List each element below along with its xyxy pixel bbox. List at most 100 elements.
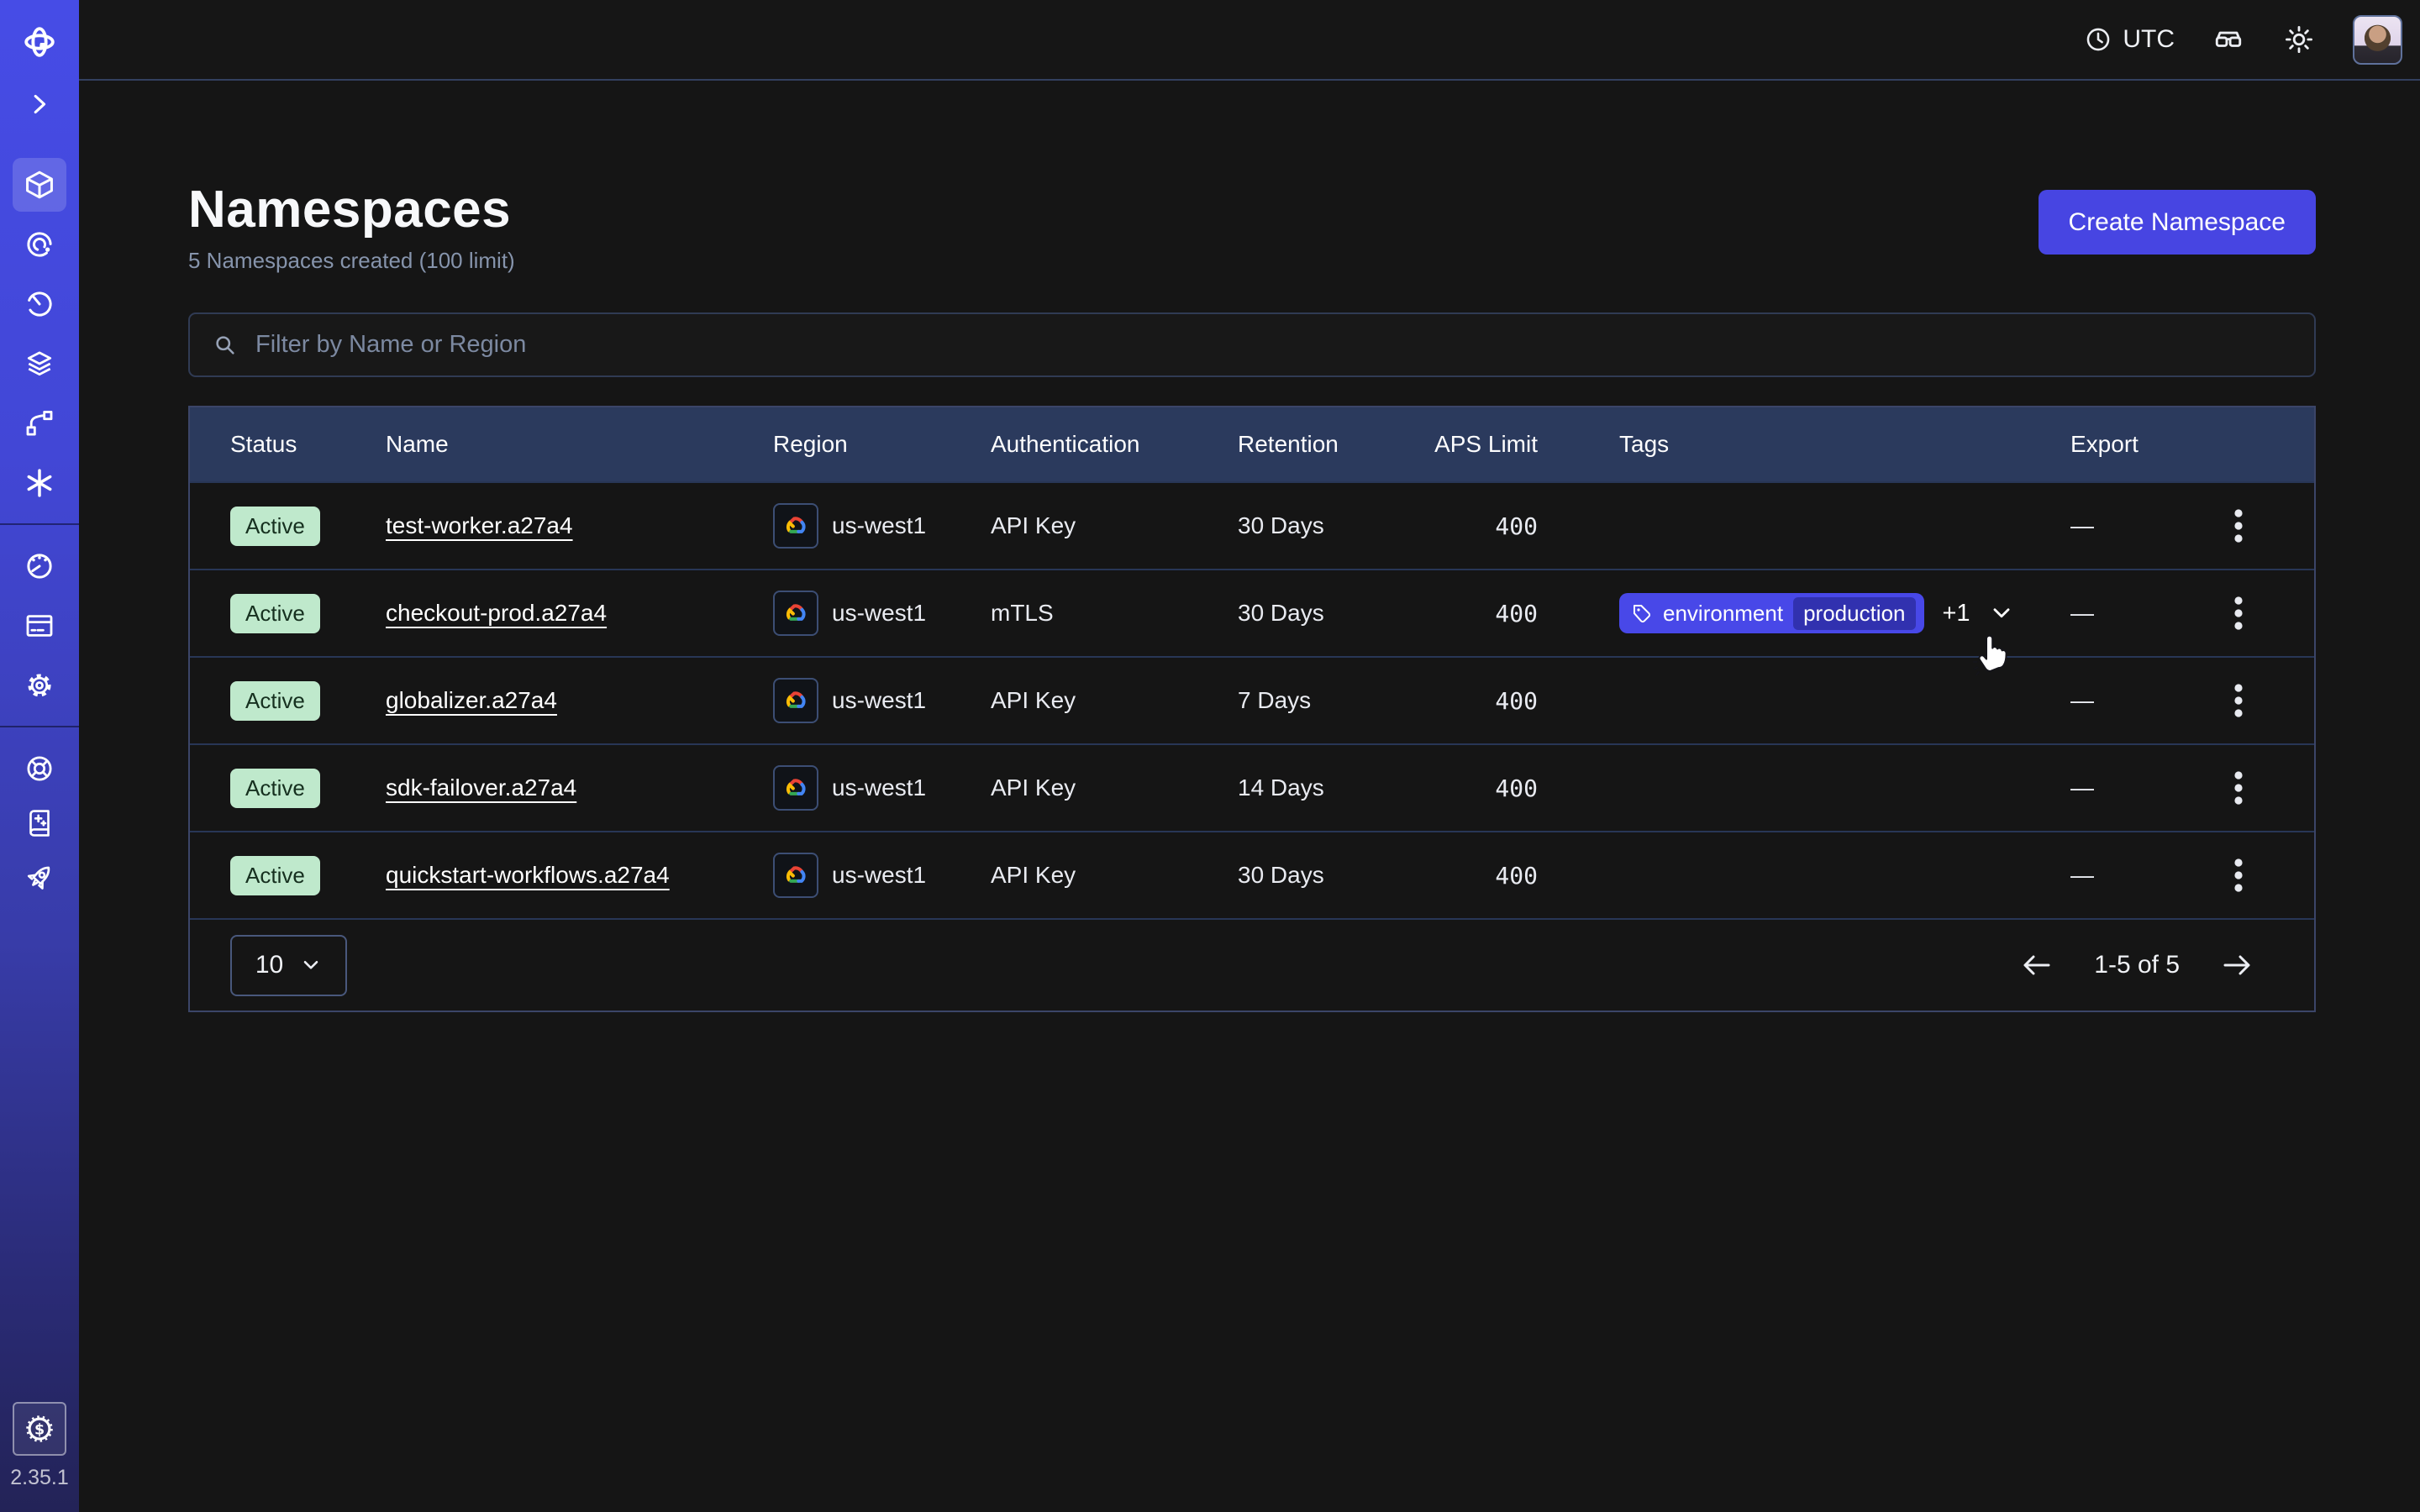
- chevron-down-icon: [1989, 601, 2014, 626]
- sidebar-item-docs[interactable]: [13, 796, 66, 850]
- row-actions-button[interactable]: [2224, 761, 2253, 815]
- topbar: UTC: [79, 0, 2420, 81]
- table-row: Active globalizer.a27a4 us-west1 API Key: [190, 656, 2314, 743]
- sidebar-item-workflows[interactable]: [13, 218, 66, 271]
- table-row: Active quickstart-workflows.a27a4 us-wes…: [190, 831, 2314, 918]
- arrow-right-icon: [2220, 952, 2254, 979]
- kebab-menu-icon: [2233, 769, 2244, 806]
- sidebar-item-usage[interactable]: [13, 539, 66, 593]
- eye-spiral-icon: [22, 227, 57, 262]
- app-window: $ 2.35.1 UTC: [0, 0, 2420, 1512]
- gear-icon: [22, 668, 57, 703]
- gcp-cloud-icon: [773, 853, 818, 898]
- row-actions-button[interactable]: [2224, 674, 2253, 727]
- tags-expand-button[interactable]: [1989, 601, 2014, 626]
- sidebar-item-settings[interactable]: [13, 659, 66, 712]
- tag-key: environment: [1663, 601, 1783, 627]
- col-retention: Retention: [1238, 431, 1429, 458]
- gcp-cloud-icon: [773, 591, 818, 636]
- page-size-value: 10: [255, 951, 283, 979]
- temporal-logo-icon: [20, 20, 59, 64]
- row-actions-button[interactable]: [2224, 848, 2253, 902]
- gcp-cloud-icon: [773, 765, 818, 811]
- kebab-menu-icon: [2233, 595, 2244, 632]
- sidebar-item-namespaces[interactable]: [13, 158, 66, 212]
- pricing-plan-button[interactable]: $: [13, 1402, 66, 1456]
- export-cell: —: [2050, 600, 2161, 627]
- region-label: us-west1: [832, 512, 926, 539]
- col-aps-limit: APS Limit: [1429, 431, 1538, 458]
- tag-value: production: [1793, 597, 1915, 630]
- region-label: us-west1: [832, 862, 926, 889]
- tag-pill[interactable]: environment production: [1619, 593, 1924, 633]
- row-actions-button[interactable]: [2224, 499, 2253, 553]
- timezone-selector[interactable]: UTC: [2084, 25, 2175, 54]
- arrow-left-icon: [2020, 952, 2054, 979]
- create-namespace-button[interactable]: Create Namespace: [2039, 190, 2316, 255]
- namespaces-table: Status Name Region Authentication Retent…: [188, 406, 2316, 1012]
- col-status: Status: [190, 431, 386, 458]
- filter-input[interactable]: [255, 331, 2294, 359]
- book-sparkle-icon: [22, 806, 57, 841]
- namespace-link[interactable]: test-worker.a27a4: [386, 512, 573, 538]
- export-cell: —: [2050, 687, 2161, 714]
- sidebar-item-batch-operations[interactable]: [13, 337, 66, 391]
- col-tags: Tags: [1538, 431, 2050, 458]
- export-cell: —: [2050, 512, 2161, 539]
- previous-page-button[interactable]: [2020, 952, 2054, 979]
- tags-cell: environment production +1: [1538, 593, 2050, 633]
- kebab-menu-icon: [2233, 857, 2244, 894]
- sidebar-item-getting-started[interactable]: [13, 851, 66, 905]
- retention-cell: 14 Days: [1238, 774, 1429, 801]
- auth-cell: API Key: [991, 687, 1238, 714]
- labs-toggle-button[interactable]: [2212, 23, 2245, 56]
- aps-limit-cell: 400: [1429, 687, 1538, 715]
- aps-limit-cell: 400: [1429, 862, 1538, 890]
- table-row: Active sdk-failover.a27a4 us-west1 API K…: [190, 743, 2314, 831]
- gcp-cloud-icon: [773, 503, 818, 549]
- status-badge: Active: [230, 507, 320, 546]
- avatar: [2353, 15, 2402, 65]
- col-export: Export: [2050, 431, 2161, 458]
- branch-icon: [22, 406, 57, 441]
- sidebar-item-deployments[interactable]: [13, 396, 66, 450]
- pagination-range: 1-5 of 5: [2094, 951, 2180, 979]
- browser-card-icon: [22, 608, 57, 643]
- region-label: us-west1: [832, 774, 926, 801]
- main-content: Namespaces 5 Namespaces created (100 lim…: [188, 81, 2316, 1012]
- auth-cell: mTLS: [991, 600, 1238, 627]
- sidebar-divider: [0, 523, 79, 525]
- layers-icon: [22, 346, 57, 381]
- namespace-link[interactable]: checkout-prod.a27a4: [386, 600, 607, 626]
- retention-cell: 30 Days: [1238, 512, 1429, 539]
- table-header-row: Status Name Region Authentication Retent…: [190, 407, 2314, 481]
- sidebar-item-schedules[interactable]: [13, 277, 66, 331]
- namespace-link[interactable]: quickstart-workflows.a27a4: [386, 862, 670, 888]
- namespace-link[interactable]: sdk-failover.a27a4: [386, 774, 576, 801]
- next-page-button[interactable]: [2220, 952, 2254, 979]
- page-size-select[interactable]: 10: [230, 935, 347, 996]
- sidebar-expand-button[interactable]: [13, 86, 66, 123]
- col-name: Name: [386, 431, 773, 458]
- cube-icon: [22, 167, 57, 202]
- sidebar-item-billing[interactable]: [13, 599, 66, 653]
- table-row: Active checkout-prod.a27a4 us-west1 mTLS: [190, 569, 2314, 656]
- row-actions-button[interactable]: [2224, 586, 2253, 640]
- sidebar-item-support[interactable]: [13, 742, 66, 795]
- status-badge: Active: [230, 681, 320, 721]
- aps-limit-cell: 400: [1429, 512, 1538, 540]
- sidebar-item-nexus[interactable]: [13, 456, 66, 510]
- status-badge: Active: [230, 769, 320, 808]
- auth-cell: API Key: [991, 862, 1238, 889]
- namespace-link[interactable]: globalizer.a27a4: [386, 687, 557, 713]
- col-region: Region: [773, 431, 991, 458]
- user-menu-button[interactable]: [2353, 15, 2402, 65]
- kebab-menu-icon: [2233, 507, 2244, 544]
- export-cell: —: [2050, 862, 2161, 889]
- theme-toggle-button[interactable]: [2282, 23, 2316, 56]
- tag-icon: [1631, 602, 1653, 624]
- region-label: us-west1: [832, 600, 926, 627]
- lifebuoy-icon: [22, 751, 57, 786]
- asterisk-icon: [22, 465, 57, 501]
- retention-cell: 30 Days: [1238, 862, 1429, 889]
